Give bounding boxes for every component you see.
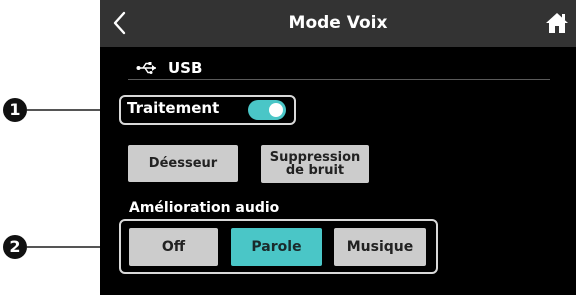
source-label: USB xyxy=(168,59,203,77)
processing-label: Traitement xyxy=(127,99,220,117)
noise-suppression-button[interactable]: Suppression de bruit xyxy=(261,145,369,183)
page-title: Mode Voix xyxy=(288,13,388,33)
toggle-knob xyxy=(269,103,283,117)
deesser-button[interactable]: Déesseur xyxy=(128,145,238,182)
divider xyxy=(128,79,550,80)
callout-number-2: 2 xyxy=(3,235,27,259)
title-bar: Mode Voix xyxy=(100,0,576,47)
audio-enhancement-label: Amélioration audio xyxy=(129,200,280,216)
processing-toggle[interactable] xyxy=(248,100,286,120)
enhancement-music-button[interactable]: Musique xyxy=(334,228,426,266)
noise-suppression-label-line2: de bruit xyxy=(285,163,345,178)
device-screen: Mode Voix USB Traitement Déesseur Suppre… xyxy=(100,0,576,295)
source-row: USB xyxy=(136,57,202,79)
callout-number-1: 1 xyxy=(3,98,27,122)
enhancement-voice-button[interactable]: Parole xyxy=(231,228,322,266)
home-icon[interactable] xyxy=(544,10,570,36)
usb-icon xyxy=(136,62,156,74)
enhancement-off-button[interactable]: Off xyxy=(129,228,218,266)
